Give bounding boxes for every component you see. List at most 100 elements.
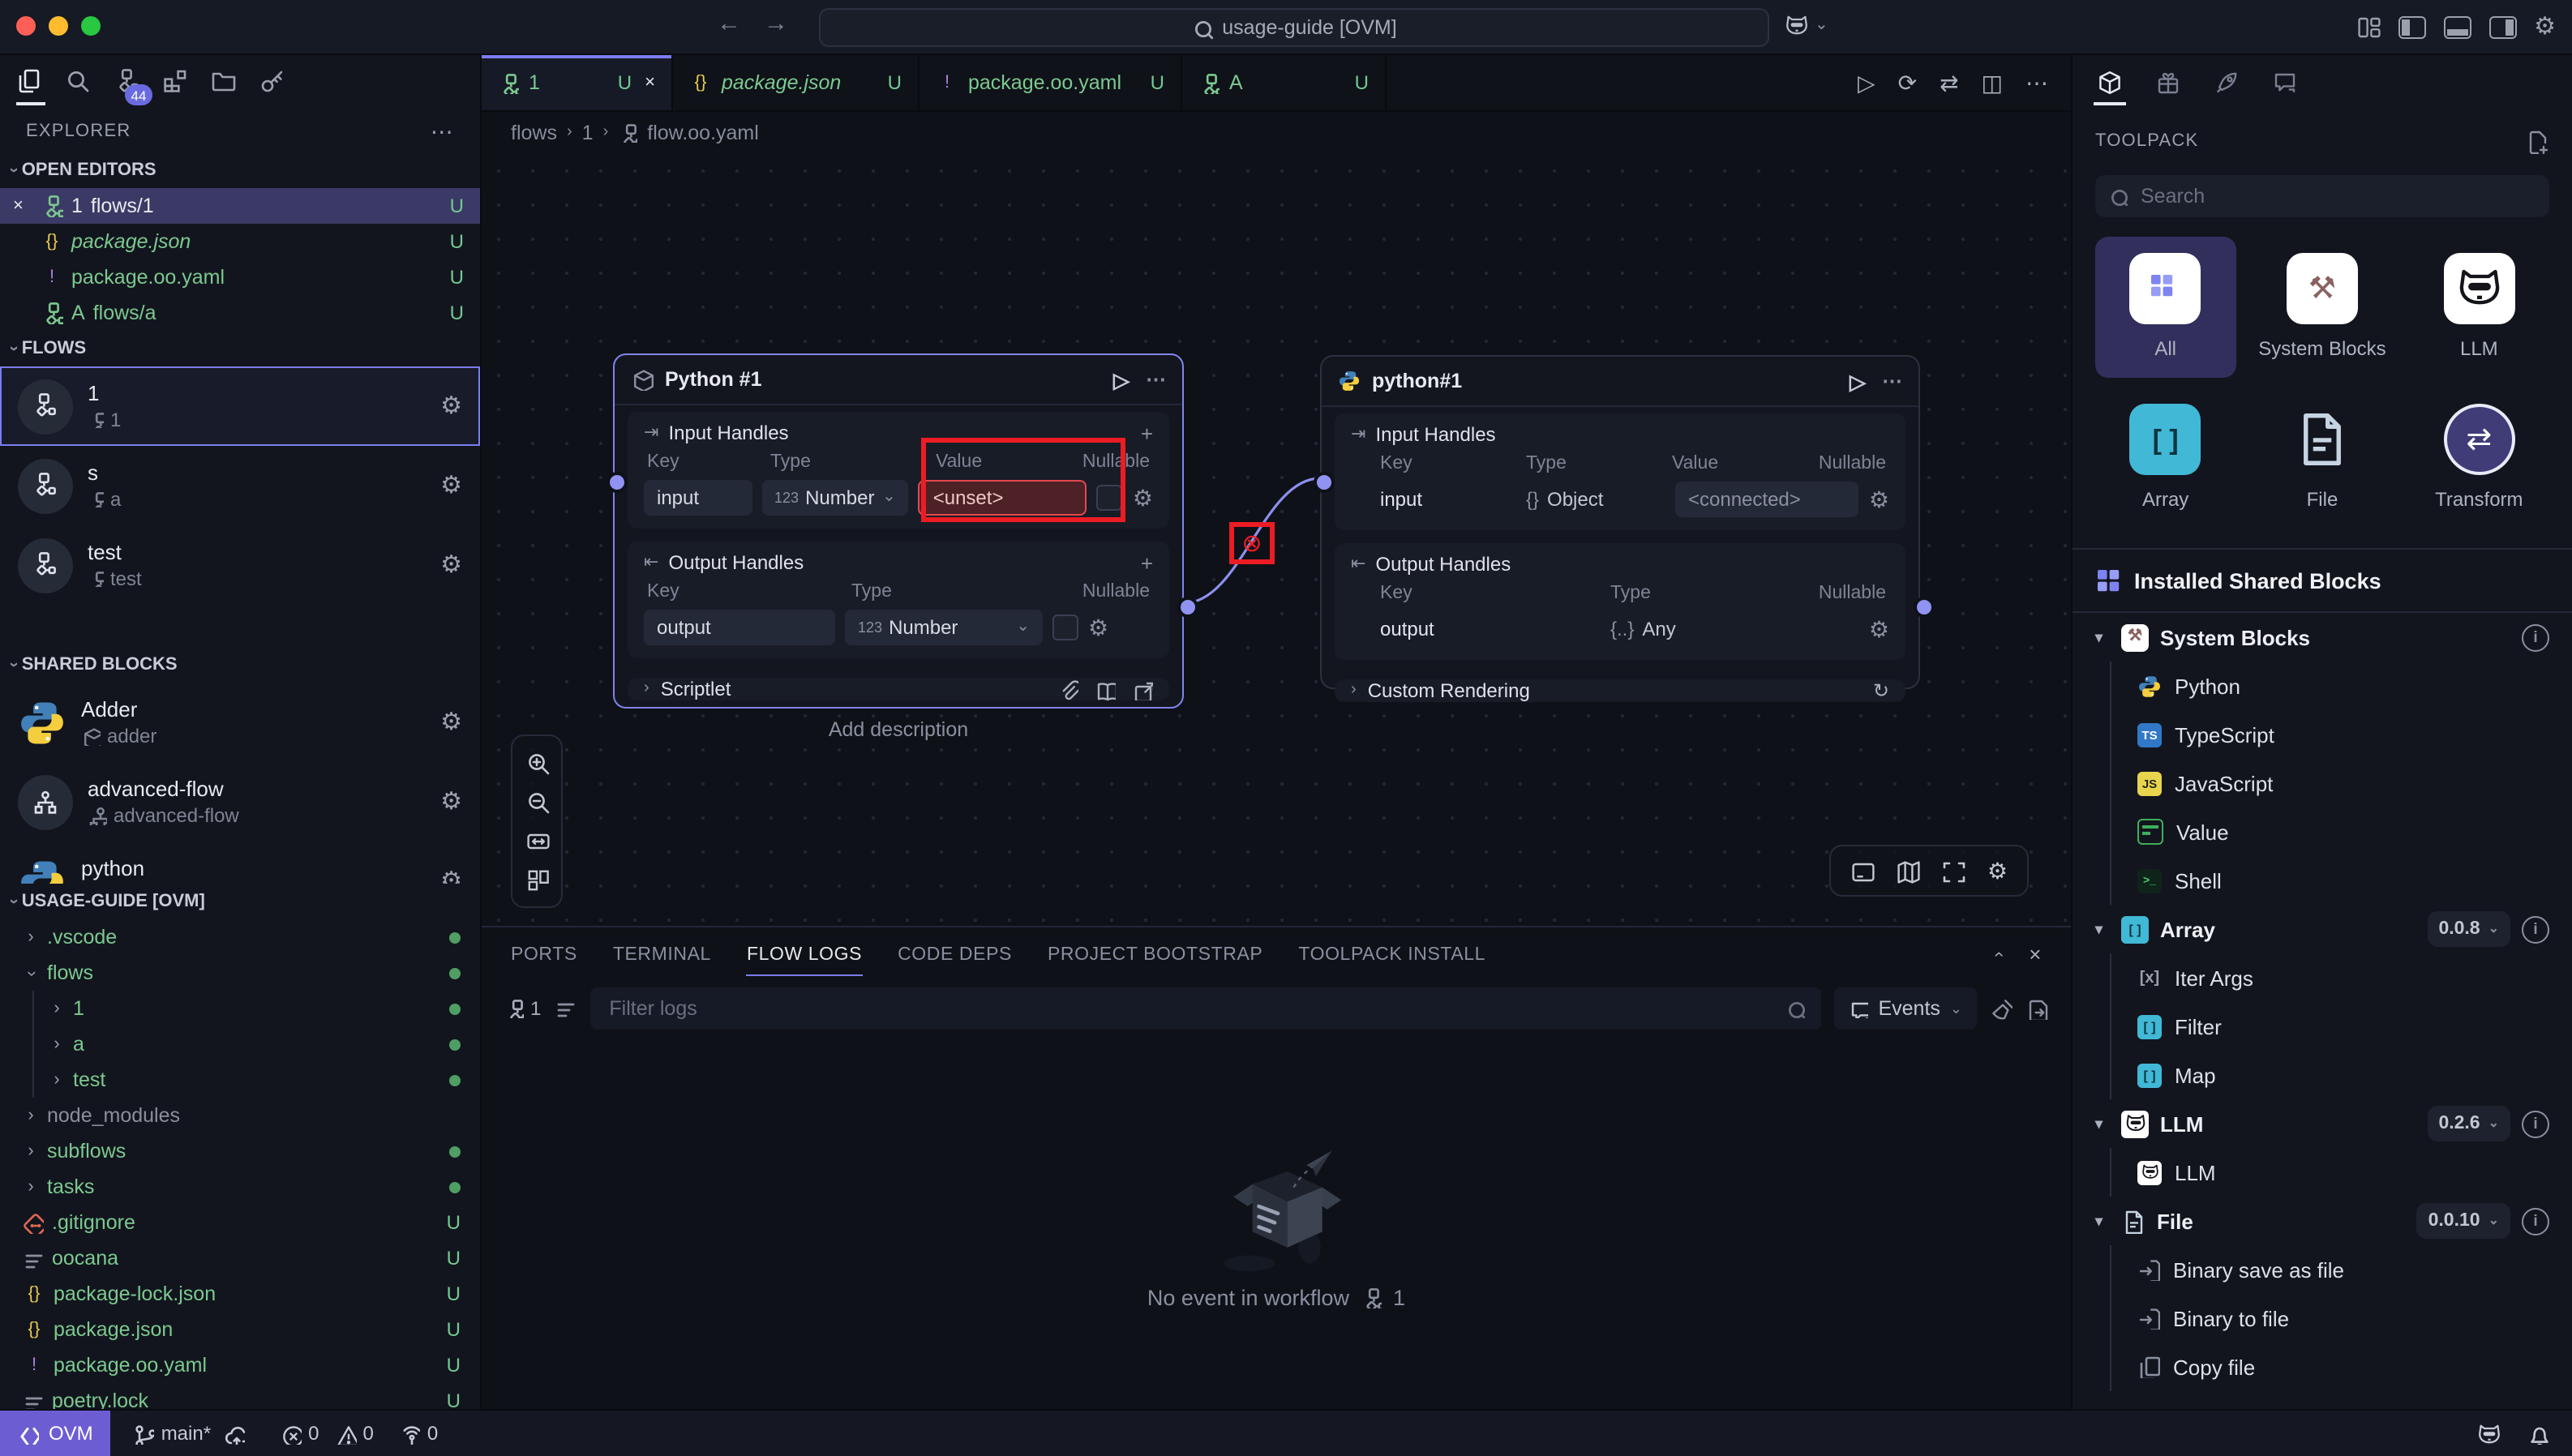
run-flow-icon[interactable]: ▷ — [1858, 71, 1875, 94]
input-port[interactable] — [606, 471, 627, 492]
version-select[interactable]: 0.2.6⌄ — [2427, 1106, 2510, 1141]
input-type-select[interactable]: 123 Number ⌄ — [761, 480, 909, 516]
flow-list-item[interactable]: test test ⚙ — [0, 525, 480, 605]
handle-gear-icon[interactable]: ⚙ — [1869, 488, 1889, 511]
handle-gear-icon[interactable]: ⚙ — [1088, 616, 1108, 639]
clear-logs-icon[interactable] — [1990, 997, 2013, 1020]
breadcrumb-file[interactable]: flow.oo.yaml — [647, 122, 759, 144]
block-item-llm[interactable]: LLM — [2137, 1148, 2549, 1197]
shared-block-item[interactable]: Adder adder ⚙ — [0, 683, 480, 762]
handle-gear-icon[interactable]: ⚙ — [1869, 618, 1889, 640]
rewards-tab-button[interactable] — [2147, 60, 2189, 105]
custom-rendering-section[interactable]: › Custom Rendering ↻ — [1335, 679, 1905, 702]
attach-icon[interactable] — [1057, 679, 1078, 700]
close-icon[interactable]: × — [13, 197, 32, 215]
block-item-typescript[interactable]: TSTypeScript — [2137, 710, 2549, 759]
open-editor-item[interactable]: {} package.json U — [0, 224, 480, 259]
minimap-icon[interactable] — [1897, 859, 1921, 883]
flow-reference[interactable]: 1 — [504, 997, 541, 1020]
add-input-handle-icon[interactable]: + — [1141, 422, 1153, 443]
tile-system-blocks[interactable]: ⚒ System Blocks — [2252, 237, 2392, 378]
collapse-panel-icon[interactable]: › — [1991, 950, 2008, 957]
refresh-icon[interactable]: ↻ — [1873, 681, 1889, 700]
feedback-tab-button[interactable] — [2264, 60, 2306, 105]
handle-gear-icon[interactable]: ⚙ — [1133, 486, 1153, 509]
tree-item[interactable]: poetry.lockU — [0, 1383, 480, 1409]
shared-blocks-header[interactable]: › SHARED BLOCKS — [0, 647, 480, 683]
explorer-more-icon[interactable]: ⋯ — [431, 120, 454, 143]
remote-indicator[interactable]: OVM — [0, 1411, 111, 1456]
info-icon[interactable]: i — [2522, 623, 2549, 651]
problems-item[interactable]: 0 0 — [281, 1422, 374, 1445]
more-actions-icon[interactable]: ⋯ — [2025, 71, 2048, 94]
bootstrap-tab-button[interactable] — [2205, 60, 2248, 105]
flow-list-item[interactable]: 1 1 ⚙ — [0, 366, 480, 446]
output-key-field[interactable]: output — [644, 610, 835, 645]
tree-item[interactable]: ›flows — [0, 955, 480, 991]
block-item-binary-save[interactable]: Binary save as file — [2137, 1245, 2549, 1294]
tree-item[interactable]: ›.vscode — [0, 919, 480, 955]
events-dropdown[interactable]: Events ⌄ — [1834, 987, 1977, 1030]
toggle-panel-icon[interactable] — [2443, 15, 2471, 38]
gear-icon[interactable]: ⚙ — [440, 869, 462, 884]
tile-transform[interactable]: ⇄ Transform — [2409, 388, 2549, 529]
panel-tab-toolpack-install[interactable]: TOOLPACK INSTALL — [1298, 932, 1485, 974]
flow-canvas[interactable]: Python #1 ▷ ⋯ ⇥ Input Handles + — [482, 154, 2071, 926]
gear-icon[interactable]: ⚙ — [440, 473, 462, 498]
group-file[interactable]: ▾ File 0.0.10⌄ i — [2095, 1197, 2549, 1245]
forward-arrow-icon[interactable]: → — [764, 11, 788, 36]
activity-explorer-button[interactable] — [10, 60, 52, 105]
toolpack-tab-button[interactable] — [2089, 60, 2131, 105]
minimize-window-button[interactable] — [49, 16, 68, 36]
scriptlet-section[interactable]: › Scriptlet — [628, 678, 1169, 700]
add-output-handle-icon[interactable]: + — [1141, 552, 1153, 573]
nullable-checkbox[interactable] — [1052, 615, 1078, 640]
panel-tab-terminal[interactable]: TERMINAL — [613, 932, 711, 974]
open-editor-item[interactable]: × 1 flows/1 U — [0, 188, 480, 224]
tile-file[interactable]: File — [2252, 388, 2392, 529]
gear-icon[interactable]: ⚙ — [440, 790, 462, 814]
copilot-chevron-icon[interactable]: ⌄ — [1815, 18, 1828, 34]
open-editor-item[interactable]: ! package.oo.yaml U — [0, 259, 480, 295]
tile-llm[interactable]: LLM — [2409, 237, 2549, 378]
canvas-settings-icon[interactable]: ⚙ — [1987, 859, 2008, 882]
group-llm[interactable]: ▾ LLM 0.2.6⌄ i — [2095, 1099, 2549, 1148]
input-port[interactable] — [1313, 471, 1334, 492]
node-more-icon[interactable]: ⋯ — [1882, 371, 1902, 392]
version-select[interactable]: 0.0.8⌄ — [2427, 911, 2510, 947]
open-editors-header[interactable]: › OPEN EDITORS — [0, 152, 480, 188]
breadcrumb-1[interactable]: 1 — [582, 122, 594, 144]
node-python-hash-1[interactable]: python#1 ▷ ⋯ ⇥ Input Handles Key — [1320, 355, 1920, 689]
close-window-button[interactable] — [16, 16, 36, 36]
filter-logs-input[interactable] — [606, 996, 1773, 1021]
auto-layout-icon[interactable] — [525, 867, 549, 892]
git-branch-item[interactable]: main* — [134, 1422, 245, 1445]
tab-flow-1[interactable]: 1 U × — [482, 55, 673, 110]
tree-item[interactable]: {}package-lock.jsonU — [0, 1276, 480, 1312]
input-key-field[interactable]: input — [644, 480, 752, 516]
split-editor-icon[interactable]: ◫ — [1982, 71, 2003, 94]
zoom-in-icon[interactable] — [525, 751, 549, 775]
zoom-out-icon[interactable] — [525, 790, 549, 814]
maximize-window-button[interactable] — [81, 16, 101, 36]
info-icon[interactable]: i — [2522, 915, 2549, 943]
customize-layout-icon[interactable] — [2356, 15, 2380, 39]
block-item-shell[interactable]: >_Shell — [2137, 856, 2549, 905]
tree-item[interactable]: ›1 — [34, 991, 480, 1026]
activity-keys-button[interactable] — [253, 60, 295, 105]
close-panel-icon[interactable]: × — [2029, 943, 2042, 964]
toolpack-search-input[interactable] — [2137, 183, 2536, 209]
copilot-status-icon[interactable] — [2476, 1421, 2501, 1445]
log-list-icon[interactable] — [554, 997, 577, 1020]
group-system-blocks[interactable]: ▾ ⚒ System Blocks i — [2095, 613, 2549, 662]
tree-item[interactable]: ›test — [34, 1062, 480, 1098]
output-port[interactable] — [1177, 596, 1198, 617]
gear-icon[interactable]: ⚙ — [440, 394, 462, 418]
tree-item[interactable]: ›subflows — [0, 1133, 480, 1169]
panel-tab-code-deps[interactable]: CODE DEPS — [898, 932, 1012, 974]
node-more-icon[interactable]: ⋯ — [1146, 370, 1166, 390]
group-array[interactable]: ▾ [ ] Array 0.0.8⌄ i — [2095, 905, 2549, 953]
run-node-icon[interactable]: ▷ — [1113, 369, 1130, 390]
tab-package-json[interactable]: {} package.json U — [673, 55, 919, 110]
node-python-1[interactable]: Python #1 ▷ ⋯ ⇥ Input Handles + — [613, 353, 1184, 709]
